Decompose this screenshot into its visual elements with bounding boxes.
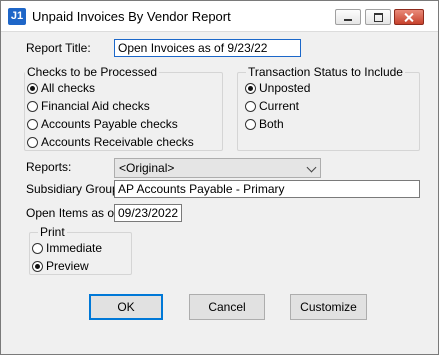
close-icon[interactable] bbox=[394, 9, 424, 25]
reports-selected-value: <Original> bbox=[119, 161, 175, 175]
reports-label: Reports: bbox=[26, 160, 72, 174]
window-title: Unpaid Invoices By Vendor Report bbox=[32, 9, 231, 24]
radio-unselected-icon bbox=[32, 242, 43, 254]
subsidiary-group-label: Subsidiary Group: bbox=[26, 182, 123, 196]
status-group-title: Transaction Status to Include bbox=[246, 65, 405, 79]
radio-immediate[interactable]: Immediate bbox=[32, 241, 102, 255]
radio-unselected-icon bbox=[245, 118, 256, 130]
radio-unselected-icon bbox=[27, 136, 38, 148]
minimize-icon[interactable] bbox=[335, 9, 361, 25]
radio-unposted-label: Unposted bbox=[259, 81, 311, 95]
radio-both-label: Both bbox=[259, 117, 284, 131]
radio-immediate-label: Immediate bbox=[46, 241, 103, 255]
radio-unselected-icon bbox=[27, 100, 38, 112]
radio-accounts-receivable-checks[interactable]: Accounts Receivable checks bbox=[27, 135, 194, 149]
app-icon: J1 bbox=[8, 8, 26, 25]
radio-all-checks-label: All checks bbox=[41, 81, 96, 95]
report-title-label: Report Title: bbox=[26, 41, 91, 55]
open-items-date-input[interactable]: 09/23/2022 bbox=[114, 204, 182, 222]
radio-selected-icon bbox=[27, 82, 38, 94]
open-items-label: Open Items as of: bbox=[26, 206, 121, 220]
radio-preview-label: Preview bbox=[46, 259, 89, 273]
reports-dropdown[interactable]: <Original> bbox=[114, 158, 321, 178]
radio-financial-aid-checks[interactable]: Financial Aid checks bbox=[27, 99, 150, 113]
maximize-icon[interactable] bbox=[365, 9, 391, 25]
customize-button[interactable]: Customize bbox=[290, 294, 367, 320]
radio-selected-icon bbox=[32, 260, 43, 272]
report-title-input[interactable]: Open Invoices as of 9/23/22 bbox=[114, 39, 301, 57]
radio-all-checks[interactable]: All checks bbox=[27, 81, 95, 95]
subsidiary-group-field[interactable]: AP Accounts Payable - Primary bbox=[114, 180, 420, 198]
radio-accounts-receivable-label: Accounts Receivable checks bbox=[41, 135, 194, 149]
ok-button[interactable]: OK bbox=[89, 294, 163, 320]
radio-preview[interactable]: Preview bbox=[32, 259, 89, 273]
radio-current-label: Current bbox=[259, 99, 300, 113]
report-dialog-window: J1 Unpaid Invoices By Vendor Report Repo… bbox=[0, 0, 439, 355]
radio-unposted[interactable]: Unposted bbox=[245, 81, 310, 95]
radio-accounts-payable-checks[interactable]: Accounts Payable checks bbox=[27, 117, 178, 131]
radio-current[interactable]: Current bbox=[245, 99, 299, 113]
radio-unselected-icon bbox=[245, 100, 256, 112]
cancel-button[interactable]: Cancel bbox=[189, 294, 265, 320]
title-bar[interactable]: J1 Unpaid Invoices By Vendor Report bbox=[1, 1, 438, 32]
print-group-title: Print bbox=[38, 225, 67, 239]
checks-group-title: Checks to be Processed bbox=[25, 65, 160, 79]
radio-both[interactable]: Both bbox=[245, 117, 284, 131]
radio-selected-icon bbox=[245, 82, 256, 94]
chevron-down-icon bbox=[306, 162, 317, 173]
radio-financial-aid-label: Financial Aid checks bbox=[41, 99, 150, 113]
radio-unselected-icon bbox=[27, 118, 38, 130]
radio-accounts-payable-label: Accounts Payable checks bbox=[41, 117, 178, 131]
